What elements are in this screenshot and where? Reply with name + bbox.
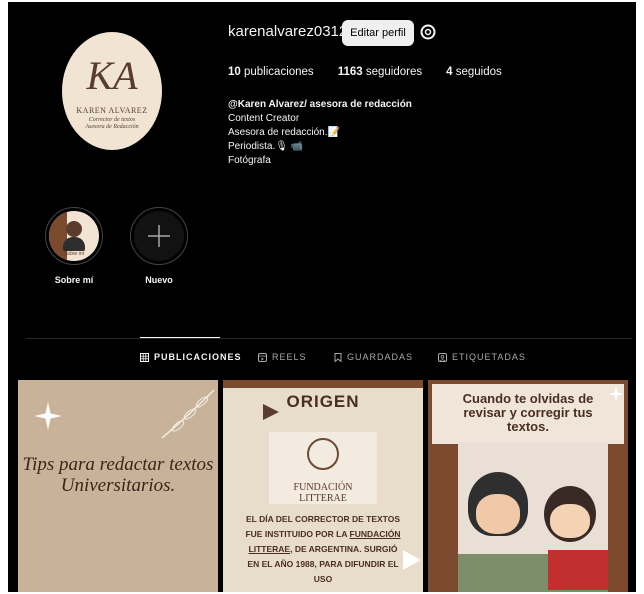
avatar-tagline: Corrector de textos Asesora de Redacción — [85, 116, 139, 130]
edit-profile-button[interactable]: Editar perfil — [342, 20, 414, 46]
bio-line: Periodista.🎙 📹 — [228, 141, 304, 152]
post-caption: Tips para redactar textos Universitarios… — [22, 454, 214, 496]
highlight-cover: Sobre mí — [49, 211, 99, 261]
highlight-cover-text: Sobre mí — [63, 251, 85, 257]
profile-tabs: PUBLICACIONES REELS GUARDADAS ETIQUETADA… — [8, 352, 636, 368]
username: karenalvarez0312 — [228, 23, 348, 40]
highlight-label: Sobre mí — [54, 275, 94, 285]
sparkle-icon — [608, 386, 624, 402]
highlight-ring: Sobre mí — [45, 207, 103, 265]
tab-reels[interactable]: REELS — [258, 352, 307, 362]
bio-line: Content Creator — [228, 113, 300, 124]
tab-label: REELS — [272, 352, 307, 362]
fundacion-logo: FUNDACIÓN LITTERAE — [269, 432, 377, 504]
tab-guardadas[interactable]: GUARDADAS — [334, 352, 413, 362]
bio-name: @Karen Alvarez/ asesora de redacción — [228, 99, 412, 110]
stat-followers[interactable]: 1163 seguidores — [338, 66, 422, 78]
leaf-decoration-icon — [161, 389, 215, 439]
avatar-brand: KAREN ALVAREZ — [76, 105, 148, 115]
tag-icon — [438, 352, 447, 362]
post-tile[interactable]: Tips para redactar textos Universitarios… — [18, 380, 218, 592]
post-photo — [458, 442, 608, 592]
stat-following[interactable]: 4 seguidos — [446, 66, 502, 78]
settings-gear-icon[interactable] — [418, 22, 438, 42]
reels-icon — [258, 352, 267, 362]
tab-label: GUARDADAS — [347, 352, 414, 362]
bio-line: Asesora de redacción.📝 — [228, 127, 340, 138]
post-body: EL DÍA DEL CORRECTOR DE TEXTOS FUE INSTI… — [245, 514, 401, 584]
instagram-profile: KA KAREN ALVAREZ Corrector de textos Ase… — [8, 2, 636, 592]
tab-label: ETIQUETADAS — [452, 352, 526, 362]
active-tab-indicator — [140, 337, 220, 338]
post-tile[interactable]: ORIGEN FUNDACIÓN LITTERAE EL DÍA DEL COR… — [223, 380, 423, 592]
stat-posts[interactable]: 10 publicaciones — [228, 66, 314, 78]
tab-publicaciones[interactable]: PUBLICACIONES — [140, 352, 242, 362]
post-tile[interactable]: Cuando te olvidas de revisar y corregir … — [428, 380, 628, 592]
tab-label: PUBLICACIONES — [154, 352, 242, 362]
sparkle-icon — [34, 402, 62, 430]
highlight-new[interactable]: Nuevo — [126, 207, 192, 285]
post-caption: Cuando te olvidas de revisar y corregir … — [462, 391, 594, 434]
highlight-label: Nuevo — [145, 275, 173, 285]
post-title: ORIGEN — [286, 392, 360, 411]
grid-icon — [140, 352, 149, 362]
avatar-monogram: KA — [86, 52, 138, 98]
profile-bio: @Karen Alvarez/ asesora de redacción Con… — [228, 98, 412, 168]
profile-avatar[interactable]: KA KAREN ALVAREZ Corrector de textos Ase… — [62, 32, 162, 150]
highlight-ring — [130, 207, 188, 265]
tab-etiquetadas[interactable]: ETIQUETADAS — [438, 352, 526, 362]
seal-icon — [307, 438, 339, 470]
carousel-icon — [403, 550, 421, 570]
bookmark-icon — [334, 352, 342, 362]
post-border-top — [223, 380, 423, 388]
tabs-divider — [26, 338, 632, 339]
highlight-sobre-mi[interactable]: Sobre mí Sobre mí — [41, 207, 107, 285]
logo-name: FUNDACIÓN LITTERAE — [293, 482, 353, 504]
bio-line: Fotógrafa — [228, 155, 271, 166]
plus-icon — [134, 211, 184, 261]
profile-stats: 10 publicaciones 1163 seguidores 4 segui… — [228, 66, 526, 78]
